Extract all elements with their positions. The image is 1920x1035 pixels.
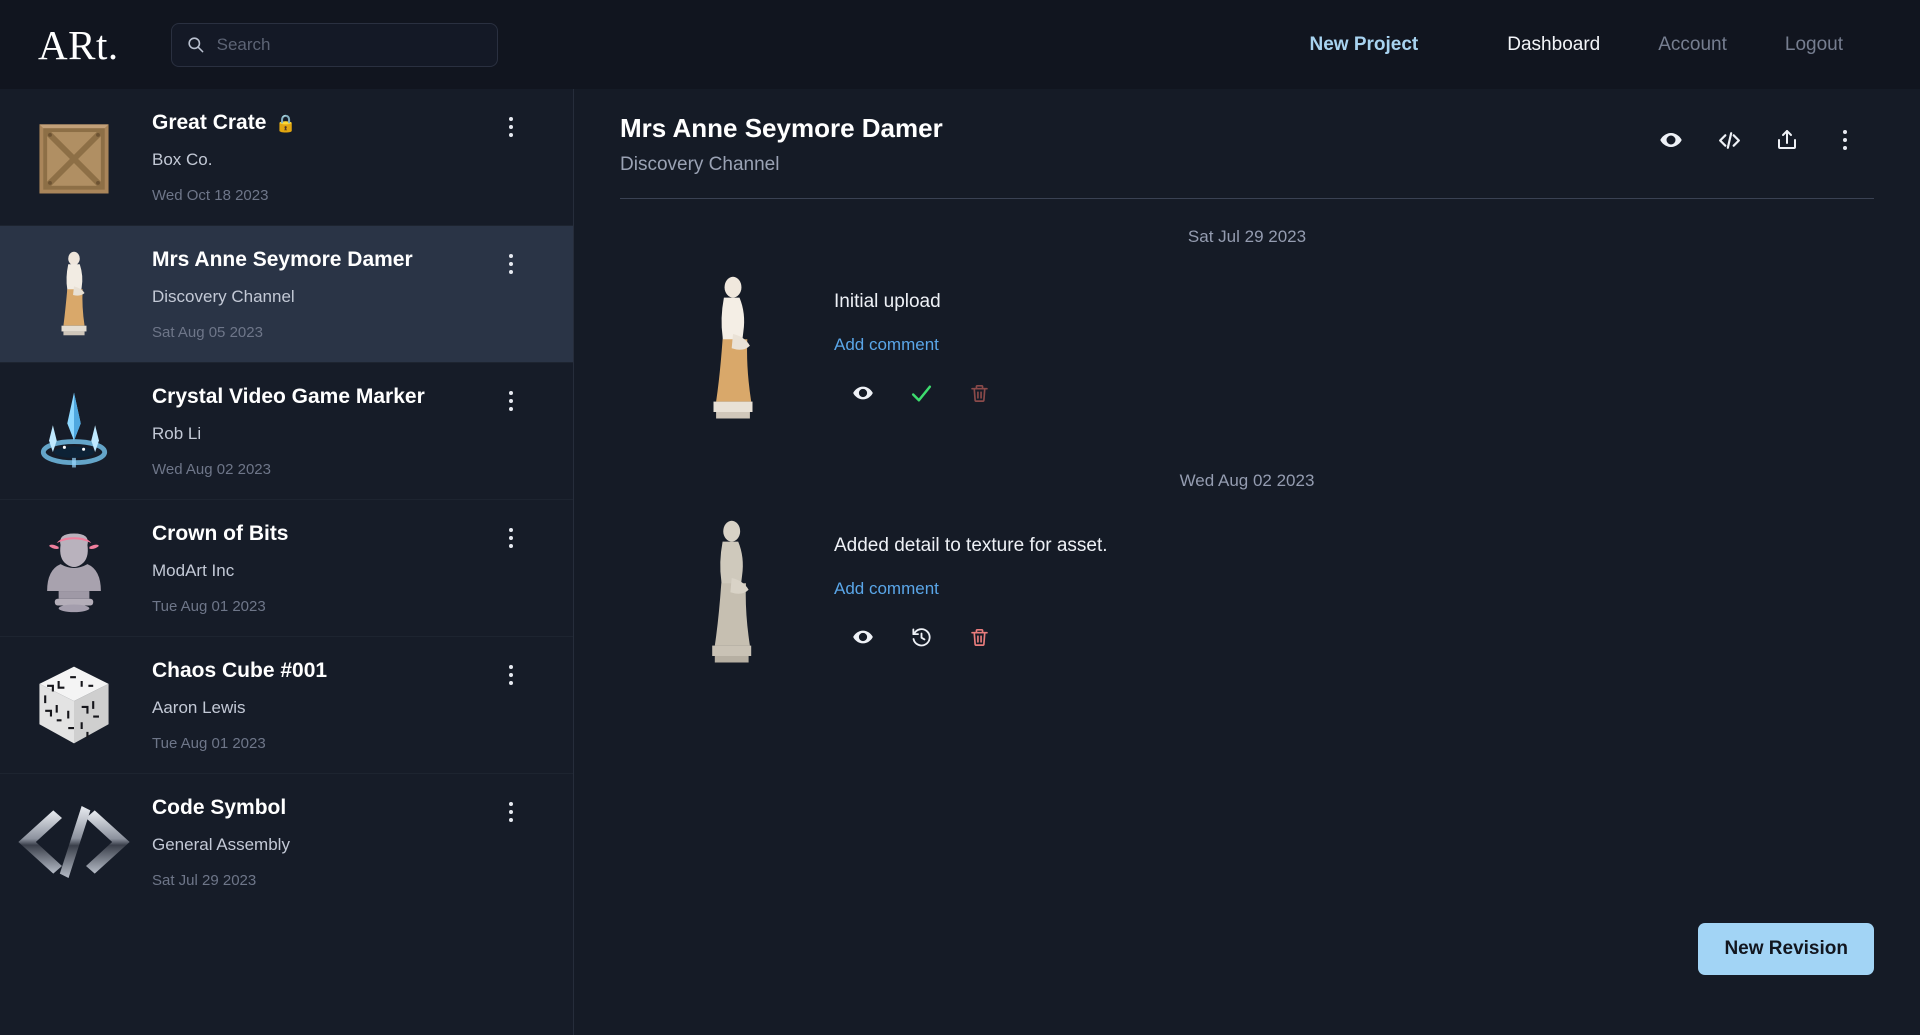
code-symbol-thumbnail (14, 794, 134, 890)
nav-dashboard[interactable]: Dashboard (1478, 34, 1629, 56)
delete-trash-icon[interactable] (950, 621, 1008, 653)
project-list-item-crown-of-bits[interactable]: Crown of Bits ModArt Inc Tue Aug 01 2023 (0, 500, 573, 637)
preview-icon[interactable] (834, 377, 892, 409)
nav-new-project[interactable]: New Project (1281, 34, 1479, 56)
project-title-text: Crystal Video Game Marker (152, 385, 425, 408)
project-client: Rob Li (152, 424, 202, 443)
project-date: Tue Aug 01 2023 (152, 598, 266, 615)
project-options-icon[interactable] (491, 246, 531, 274)
preview-icon[interactable] (1642, 123, 1700, 157)
project-title: Mrs Anne Seymore Damer (152, 248, 491, 272)
header-divider (620, 198, 1874, 199)
embed-code-icon[interactable] (1700, 123, 1758, 157)
approve-check-icon[interactable] (892, 377, 950, 409)
project-title-text: Great Crate (152, 111, 267, 134)
project-list-item-mrs-anne-seymore-damer[interactable]: Mrs Anne Seymore Damer Discovery Channel… (0, 226, 573, 363)
project-client: Aaron Lewis (152, 698, 246, 717)
project-detail-header: Mrs Anne Seymore Damer Discovery Channel (620, 113, 1874, 176)
statue-revision-1-thumbnail (694, 269, 772, 425)
project-options-icon[interactable] (491, 109, 531, 137)
project-date: Sat Aug 05 2023 (152, 324, 263, 341)
project-list-item-chaos-cube-001[interactable]: Chaos Cube #001 Aaron Lewis Tue Aug 01 2… (0, 637, 573, 774)
statue-thumbnail (14, 246, 134, 342)
restore-history-icon[interactable] (892, 621, 950, 653)
project-title-text: Crown of Bits (152, 522, 289, 545)
add-comment-link[interactable]: Add comment (834, 579, 939, 599)
project-date: Sat Jul 29 2023 (152, 872, 257, 889)
nav-account[interactable]: Account (1629, 34, 1756, 56)
project-options-icon[interactable] (491, 657, 531, 685)
crystal-marker-thumbnail (14, 383, 134, 479)
nav-logout[interactable]: Logout (1756, 34, 1872, 56)
revision-entry: Added detail to texture for asset. Add c… (620, 513, 1874, 669)
project-detail-panel: Mrs Anne Seymore Damer Discovery Channel (574, 89, 1920, 1035)
project-title: Crown of Bits (152, 522, 491, 546)
glyph-cube-thumbnail (14, 657, 134, 753)
statue-revision-2-thumbnail (694, 513, 772, 669)
search-input[interactable] (216, 34, 483, 55)
project-title-text: Chaos Cube #001 (152, 659, 328, 682)
project-options-icon[interactable] (491, 794, 531, 822)
project-date: Wed Aug 02 2023 (152, 461, 271, 478)
project-title: Chaos Cube #001 (152, 659, 491, 683)
project-client: Discovery Channel (152, 287, 295, 306)
project-date: Tue Aug 01 2023 (152, 735, 266, 752)
project-title: Code Symbol (152, 796, 491, 820)
project-client: Box Co. (152, 150, 213, 169)
revision-actions (834, 621, 1874, 653)
project-list-sidebar[interactable]: Great Crate 🔒 Box Co. Wed Oct 18 2023 Mr… (0, 89, 574, 1035)
project-options-icon[interactable] (491, 383, 531, 411)
lock-icon: 🔒 (275, 113, 297, 133)
new-revision-button[interactable]: New Revision (1698, 923, 1874, 975)
project-title-text: Code Symbol (152, 796, 287, 819)
project-client: General Assembly (152, 835, 290, 854)
wooden-crate-thumbnail (14, 109, 134, 205)
app-logo[interactable]: ARt. (38, 21, 119, 69)
bust-thumbnail (14, 520, 134, 616)
revision-date: Sat Jul 29 2023 (1187, 227, 1307, 246)
project-options-icon[interactable] (491, 520, 531, 548)
project-title-text: Mrs Anne Seymore Damer (152, 248, 413, 271)
project-date: Wed Oct 18 2023 (152, 187, 269, 204)
top-navigation-bar: ARt. New Project Dashboard Account Logou… (0, 0, 1920, 89)
preview-icon[interactable] (834, 621, 892, 653)
revision-message: Added detail to texture for asset. (834, 535, 1108, 556)
project-list-item-code-symbol[interactable]: Code Symbol General Assembly Sat Jul 29 … (0, 774, 573, 910)
revision-entry: Initial upload Add comment (620, 269, 1874, 425)
more-options-icon[interactable] (1816, 123, 1874, 157)
main-nav: New Project Dashboard Account Logout (1281, 34, 1893, 56)
revision-message: Initial upload (834, 291, 941, 312)
page-title: Mrs Anne Seymore Damer (620, 113, 943, 143)
delete-trash-icon[interactable] (950, 377, 1008, 409)
search-box[interactable] (170, 22, 498, 67)
search-icon (186, 35, 205, 54)
project-detail-actions (1642, 113, 1874, 157)
revision-actions (834, 377, 1874, 409)
share-icon[interactable] (1758, 123, 1816, 157)
revision-date: Wed Aug 02 2023 (1179, 471, 1315, 490)
project-title: Crystal Video Game Marker (152, 385, 491, 409)
page-subtitle-client: Discovery Channel (620, 154, 780, 175)
add-comment-link[interactable]: Add comment (834, 335, 939, 355)
project-list-item-crystal-video-game-marker[interactable]: Crystal Video Game Marker Rob Li Wed Aug… (0, 363, 573, 500)
project-list-item-great-crate[interactable]: Great Crate 🔒 Box Co. Wed Oct 18 2023 (0, 89, 573, 226)
project-title: Great Crate 🔒 (152, 111, 491, 135)
project-client: ModArt Inc (152, 561, 235, 580)
